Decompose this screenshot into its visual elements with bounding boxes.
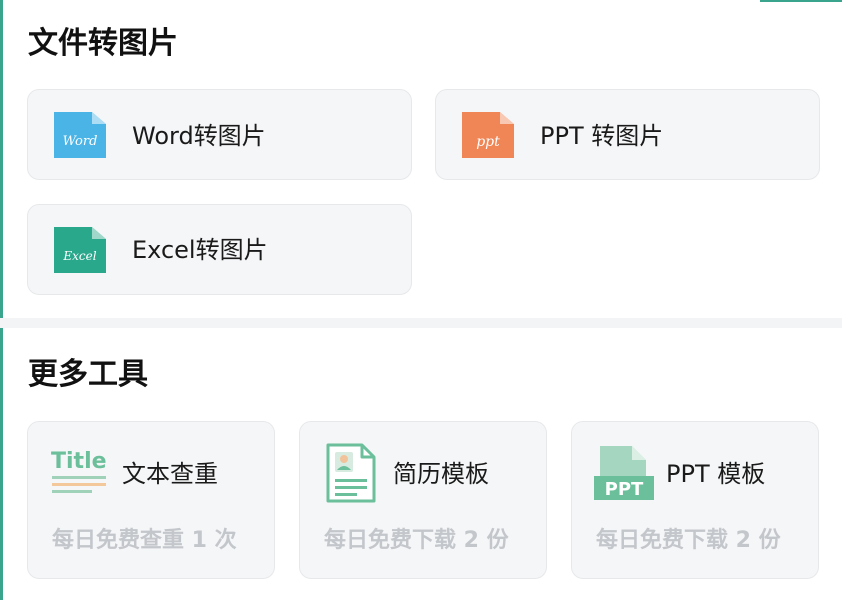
resume-template-card[interactable]: 简历模板 每日免费下载 2 份 [299, 421, 547, 579]
word-file-icon: Word [54, 112, 106, 158]
ppt-to-image-label: PPT 转图片 [540, 122, 664, 150]
excel-to-image-label: Excel转图片 [132, 236, 268, 264]
ppt-template-card[interactable]: PPT PPT 模板 每日免费下载 2 份 [571, 421, 819, 579]
excel-file-icon: Excel [54, 227, 106, 273]
word-to-image-label: Word转图片 [132, 122, 266, 150]
excel-to-image-card[interactable]: Excel Excel转图片 [27, 204, 412, 295]
resume-template-label: 简历模板 [393, 460, 489, 488]
ppt-template-icon-text: PPT [605, 479, 644, 500]
resume-template-subtext: 每日免费下载 2 份 [324, 528, 509, 553]
resume-document-icon [326, 443, 376, 503]
section-title-convert: 文件转图片 [28, 26, 178, 61]
section-title-tools: 更多工具 [28, 357, 148, 392]
ppt-to-image-card[interactable]: ppt PPT 转图片 [435, 89, 820, 180]
left-edge-accent [0, 0, 3, 600]
ppt-template-icon: PPT [594, 446, 654, 500]
ppt-template-label: PPT 模板 [666, 460, 766, 488]
title-text-icon: Title [51, 449, 107, 493]
ppt-icon-text: ppt [476, 134, 500, 150]
top-edge-accent [760, 0, 842, 2]
ppt-file-icon: ppt [462, 112, 514, 158]
word-to-image-card[interactable]: Word Word转图片 [27, 89, 412, 180]
text-duplicate-check-card[interactable]: Title 文本查重 每日免费查重 1 次 [27, 421, 275, 579]
text-duplicate-check-subtext: 每日免费查重 1 次 [52, 528, 237, 553]
excel-icon-text: Excel [62, 249, 96, 263]
section-divider [0, 318, 842, 328]
ppt-template-subtext: 每日免费下载 2 份 [596, 528, 781, 553]
title-icon-text: Title [51, 449, 107, 474]
word-icon-text: Word [63, 134, 98, 149]
text-duplicate-check-label: 文本查重 [122, 460, 218, 488]
